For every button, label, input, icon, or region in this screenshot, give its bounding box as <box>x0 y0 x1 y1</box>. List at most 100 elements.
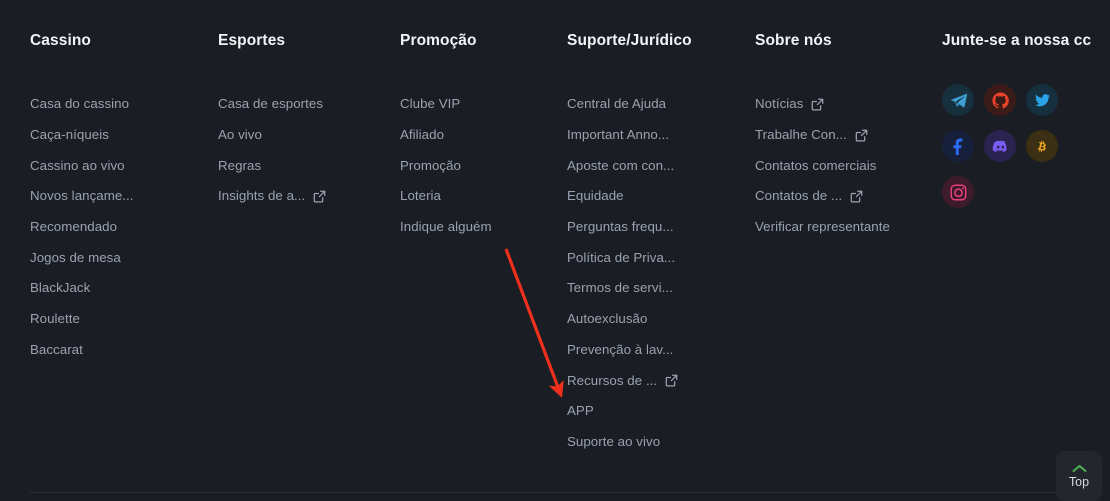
footer-link-label: Perguntas frequ... <box>567 219 674 235</box>
footer-link[interactable]: Roulette <box>30 304 134 335</box>
footer-link-label: Recursos de ... <box>567 372 658 388</box>
footer-link[interactable]: Insights de a... <box>218 181 326 212</box>
link-list-suporte-juridico: Central de Ajuda Important Anno... Aposte … <box>567 89 692 457</box>
footer-divider <box>30 492 1080 493</box>
footer-column-social: Junte-se a nossa cc <box>942 30 1091 222</box>
footer-column-cassino: Cassino Casa do cassino Caça-níqueis Cassi… <box>30 30 134 365</box>
footer-link[interactable]: Suporte ao vivo <box>567 427 692 458</box>
social-link-facebook[interactable] <box>942 130 984 176</box>
column-title-sobre-nos: Sobre nós <box>755 32 832 49</box>
footer-link-label: Aposte com con... <box>567 157 675 173</box>
footer-link[interactable]: Central de Ajuda <box>567 89 692 120</box>
footer-link[interactable]: Baccarat <box>30 335 134 366</box>
footer-link[interactable]: Recomendado <box>30 212 134 243</box>
footer-link[interactable]: Trabalhe Con... <box>755 120 890 151</box>
footer-column-suporte-juridico: Suporte/Jurídico Central de Ajuda Importa… <box>567 30 692 457</box>
link-list-cassino: Casa do cassino Caça-níqueis Cassino ao vi… <box>30 89 134 365</box>
footer-link[interactable]: Contatos de ... <box>755 181 890 212</box>
facebook-icon[interactable] <box>942 130 974 162</box>
telegram-icon[interactable] <box>942 84 974 116</box>
footer-link[interactable]: Caça-níqueis <box>30 120 134 151</box>
column-title-esportes: Esportes <box>218 32 286 49</box>
footer-link[interactable]: Aposte com con... <box>567 150 692 181</box>
footer-link[interactable]: Política de Priva... <box>567 242 692 273</box>
social-links <box>942 84 1091 222</box>
instagram-icon[interactable] <box>942 176 974 208</box>
footer-link[interactable]: Recursos de ... <box>567 365 692 396</box>
footer-column-sobre-nos: Sobre nós Notícias Trabalhe Con... Contato… <box>755 30 890 242</box>
footer-link[interactable]: Equidade <box>567 181 692 212</box>
social-link-telegram[interactable] <box>942 84 984 130</box>
footer-link[interactable]: Casa de esportes <box>218 89 326 120</box>
social-link-instagram[interactable] <box>942 176 984 222</box>
footer-link-label: Política de Priva... <box>567 249 676 265</box>
footer-link-label: Afiliado <box>400 127 445 143</box>
footer-link[interactable]: BlackJack <box>30 273 134 304</box>
footer-link[interactable]: Ao vivo <box>218 120 326 151</box>
link-list-esportes: Casa de esportes Ao vivo Regras Insights de… <box>218 89 326 212</box>
external-link-icon <box>850 190 863 203</box>
footer-link[interactable]: Indique alguém <box>400 212 492 243</box>
footer-link-label: Promoção <box>400 157 462 173</box>
footer-link-label: Verificar representante <box>755 219 890 235</box>
external-link-icon <box>811 98 824 111</box>
footer-link[interactable]: Notícias <box>755 89 890 120</box>
footer-link[interactable]: Regras <box>218 150 326 181</box>
footer-link-label: Termos de servi... <box>567 280 673 296</box>
footer-link-label: Autoexclusão <box>567 311 648 327</box>
footer-link-label: Clube VIP <box>400 96 461 112</box>
footer-columns: Cassino Casa do cassino Caça-níqueis Cassi… <box>0 0 1110 470</box>
footer-link[interactable]: Loteria <box>400 181 492 212</box>
footer-link-label: Indique alguém <box>400 219 492 235</box>
footer-link-label: Ao vivo <box>218 127 262 143</box>
footer-link[interactable]: Important Anno... <box>567 120 692 151</box>
footer-link-label: Central de Ajuda <box>567 96 667 112</box>
social-link-discord[interactable] <box>984 130 1026 176</box>
site-footer: Cassino Casa do cassino Caça-níqueis Cassi… <box>0 0 1110 501</box>
twitter-icon[interactable] <box>1026 84 1058 116</box>
footer-link[interactable]: Jogos de mesa <box>30 242 134 273</box>
footer-link-label: Contatos de ... <box>755 188 843 204</box>
footer-link[interactable]: Cassino ao vivo <box>30 150 134 181</box>
footer-link[interactable]: Autoexclusão <box>567 304 692 335</box>
github-icon[interactable] <box>984 84 1016 116</box>
back-to-top-button[interactable]: Top <box>1056 451 1102 501</box>
footer-link[interactable]: Perguntas frequ... <box>567 212 692 243</box>
back-to-top-label: Top <box>1068 474 1090 489</box>
footer-link-label: Equidade <box>567 188 624 204</box>
footer-link[interactable]: APP <box>567 396 692 427</box>
footer-link[interactable]: Clube VIP <box>400 89 492 120</box>
link-list-promocao: Clube VIP Afiliado Promoção Loteria Indique … <box>400 89 492 242</box>
footer-link-label: Novos lançame... <box>30 188 134 204</box>
footer-link-label: Notícias <box>755 96 804 112</box>
column-title-suporte-juridico: Suporte/Jurídico <box>567 32 692 49</box>
footer-link-label: Casa do cassino <box>30 96 130 112</box>
footer-link[interactable]: Afiliado <box>400 120 492 151</box>
footer-link-label: Jogos de mesa <box>30 249 121 265</box>
footer-link[interactable]: Verificar representante <box>755 212 890 243</box>
footer-link-label: Prevenção à lav... <box>567 341 674 357</box>
footer-link-label: Trabalhe Con... <box>755 127 847 143</box>
column-title-cassino: Cassino <box>30 32 91 49</box>
footer-link-label: Contatos comerciais <box>755 157 877 173</box>
bitcoin-icon[interactable] <box>1026 130 1058 162</box>
footer-link[interactable]: Casa do cassino <box>30 89 134 120</box>
column-title-social: Junte-se a nossa cc <box>942 32 1092 49</box>
footer-link[interactable]: Promoção <box>400 150 492 181</box>
footer-link[interactable]: Prevenção à lav... <box>567 335 692 366</box>
footer-link-label: Caça-níqueis <box>30 127 109 143</box>
footer-link-label: Insights de a... <box>218 188 306 204</box>
footer-link[interactable]: Termos de servi... <box>567 273 692 304</box>
footer-link[interactable]: Contatos comerciais <box>755 150 890 181</box>
footer-link-label: Suporte ao vivo <box>567 433 661 449</box>
social-link-twitter[interactable] <box>1026 84 1068 130</box>
footer-link-label: Recomendado <box>30 219 118 235</box>
chevron-up-icon <box>1071 464 1087 473</box>
social-link-bitcoin[interactable] <box>1026 130 1068 176</box>
external-link-icon <box>855 129 868 142</box>
external-link-icon <box>313 190 326 203</box>
footer-link[interactable]: Novos lançame... <box>30 181 134 212</box>
footer-link-label: APP <box>567 403 594 419</box>
discord-icon[interactable] <box>984 130 1016 162</box>
social-link-github[interactable] <box>984 84 1026 130</box>
